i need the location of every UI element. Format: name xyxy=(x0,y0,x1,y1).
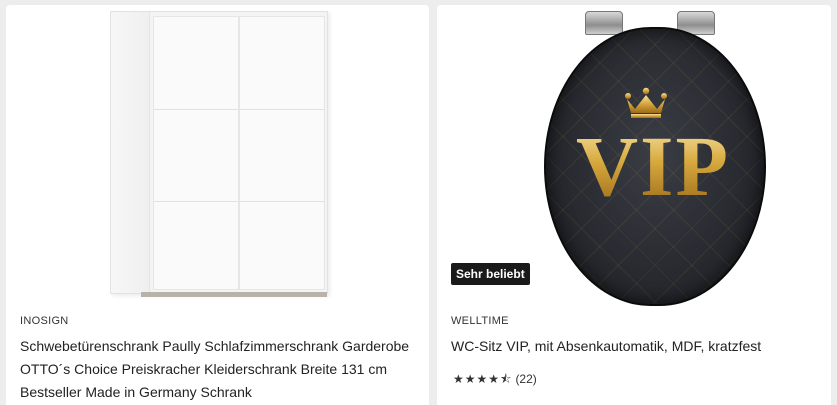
wardrobe-door-right xyxy=(239,16,325,290)
wardrobe-side-panel xyxy=(111,12,150,293)
product-image-wc-seat[interactable]: VIP Sehr beliebt xyxy=(437,5,831,306)
product-card-wardrobe[interactable]: INOSIGN Schwebetürenschrank Paully Schla… xyxy=(6,5,429,405)
star-full-icon: ★ xyxy=(476,372,488,386)
star-full-icon: ★ xyxy=(488,372,500,386)
door-seam xyxy=(240,109,324,110)
rating-count: (22) xyxy=(515,372,537,386)
wardrobe-door-left xyxy=(153,16,239,290)
door-seam xyxy=(154,109,238,110)
star-half-icon: ⯪ xyxy=(500,372,512,386)
product-card-wc-seat[interactable]: VIP Sehr beliebt WELLTIME WC-Sitz VIP, m… xyxy=(437,5,831,405)
product-brand: INOSIGN xyxy=(20,315,69,327)
popular-badge: Sehr beliebt xyxy=(451,263,530,285)
product-image-wardrobe[interactable] xyxy=(6,5,429,305)
crown-icon xyxy=(625,87,667,118)
seat-hinge-left xyxy=(585,11,623,35)
door-seam xyxy=(154,201,238,202)
product-rating[interactable]: ★ ★ ★ ★ ⯪ (22) xyxy=(453,372,537,386)
star-full-icon: ★ xyxy=(464,372,476,386)
product-brand: WELLTIME xyxy=(451,315,509,327)
rating-stars: ★ ★ ★ ★ ⯪ xyxy=(453,373,511,385)
wardrobe-illustration xyxy=(110,11,328,297)
product-title[interactable]: Schwebetürenschrank Paully Schlafzimmers… xyxy=(20,335,420,404)
product-title[interactable]: WC-Sitz VIP, mit Absenkautomatik, MDF, k… xyxy=(451,335,821,358)
star-full-icon: ★ xyxy=(453,372,464,386)
vip-print: VIP xyxy=(544,123,762,209)
door-seam xyxy=(240,201,324,202)
wardrobe-base xyxy=(141,292,327,297)
